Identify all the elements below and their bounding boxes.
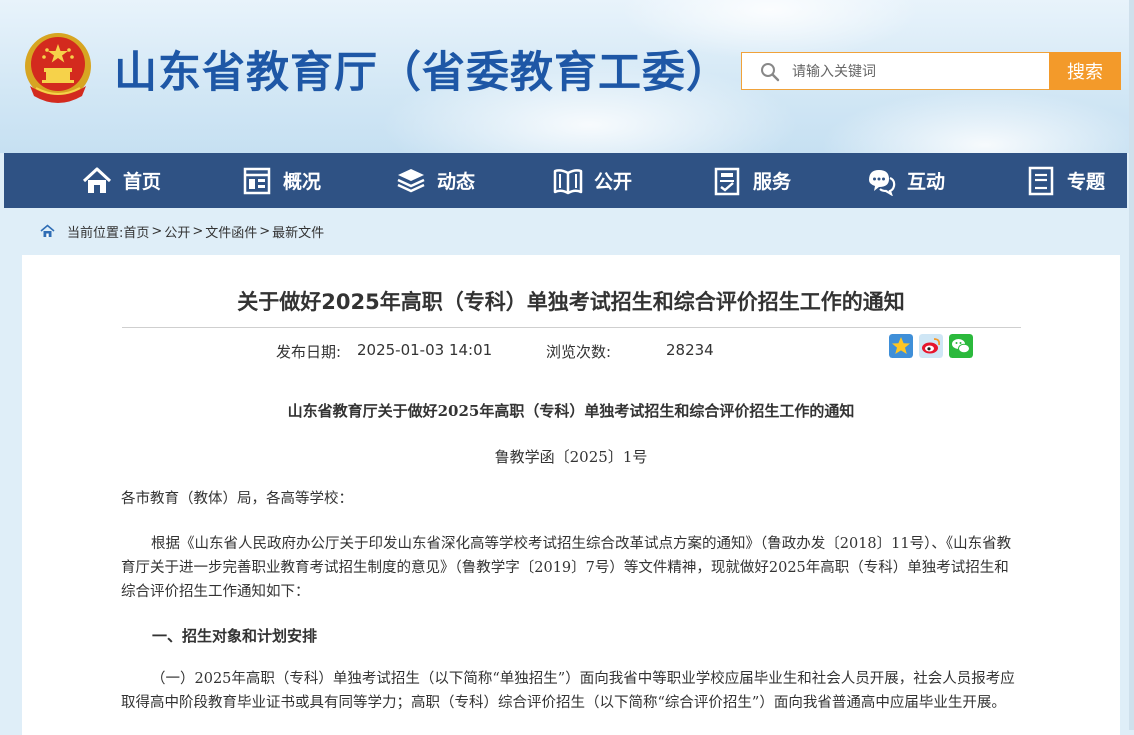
nav-item-home[interactable]: 首页 <box>82 153 161 208</box>
nav-label: 动态 <box>437 171 476 193</box>
publish-date-label: 发布日期: <box>276 343 342 361</box>
breadcrumb-separator: > <box>151 223 163 239</box>
chat-bubbles-icon <box>869 169 896 196</box>
favorite-star-icon[interactable] <box>889 334 913 358</box>
article-title: 关于做好2025年高职（专科）单独考试招生和综合评价招生工作的通知 <box>237 290 905 314</box>
national-emblem-icon <box>25 33 91 103</box>
breadcrumb-prefix: 当前位置: <box>67 225 124 241</box>
nav-item-news[interactable]: 动态 <box>396 153 475 208</box>
main-nav: 首页 概况 动态 公开 服务 互动 专题 <box>4 153 1127 208</box>
nav-item-topic[interactable]: 专题 <box>1026 153 1105 208</box>
breadcrumb-home[interactable]: 首页 <box>123 222 149 241</box>
salutation: 各市教育（教体）局，各高等学校： <box>121 491 353 507</box>
wechat-icon[interactable] <box>949 334 973 358</box>
paragraph-basis: 根据《山东省人民政府办公厅关于印发山东省深化高等学校考试招生综合改革试点方案的通… <box>121 536 1012 600</box>
nav-label: 公开 <box>594 171 633 193</box>
breadcrumb-latest[interactable]: 最新文件 <box>272 222 324 241</box>
news-stack-icon <box>397 168 425 192</box>
nav-item-interact[interactable]: 互动 <box>866 153 945 208</box>
nav-label: 概况 <box>283 171 322 193</box>
views-label: 浏览次数: <box>546 343 612 361</box>
publish-date-value: 2025-01-03 14:01 <box>357 341 493 359</box>
breadcrumb-separator: > <box>259 223 271 239</box>
views-value: 28234 <box>666 341 714 359</box>
document-number: 鲁教学函〔2025〕1号 <box>494 448 648 466</box>
weibo-icon[interactable] <box>919 334 943 358</box>
breadcrumb-separator: > <box>192 223 204 239</box>
document-heading: 山东省教育厅关于做好2025年高职（专科）单独考试招生和综合评价招生工作的通知 <box>287 402 855 420</box>
paragraph-recruitment-target: （一）2025年高职（专科）单独考试招生（以下简称“单独招生”）面向我省中等职业… <box>121 671 1015 711</box>
title-divider <box>122 327 1021 328</box>
overview-icon <box>243 167 271 194</box>
nav-item-service[interactable]: 服务 <box>712 153 791 208</box>
search-icon <box>761 63 780 82</box>
home-icon <box>82 167 112 193</box>
site-header: 山东省教育厅（省委教育工委） 搜索 <box>0 0 1134 153</box>
topic-doc-icon <box>1028 166 1054 195</box>
nav-label: 互动 <box>907 171 946 193</box>
open-book-icon <box>553 168 583 194</box>
breadcrumb-documents[interactable]: 文件函件 <box>205 222 257 241</box>
nav-item-overview[interactable]: 概况 <box>242 153 321 208</box>
service-doc-icon <box>714 167 740 195</box>
nav-label: 首页 <box>123 171 162 193</box>
site-title: 山东省教育厅（省委教育工委） <box>114 48 730 98</box>
search-button[interactable]: 搜索 <box>1049 52 1121 90</box>
home-icon <box>40 224 55 237</box>
nav-item-open[interactable]: 公开 <box>553 153 632 208</box>
search-box[interactable] <box>741 52 1049 90</box>
search-input[interactable] <box>790 59 1044 85</box>
page-scrollbar[interactable] <box>1129 0 1134 730</box>
breadcrumb: 当前位置: 首页 > 公开 > 文件函件 > 最新文件 <box>40 222 324 241</box>
breadcrumb-open[interactable]: 公开 <box>164 222 190 241</box>
nav-label: 专题 <box>1067 171 1106 193</box>
nav-label: 服务 <box>753 171 792 193</box>
section-heading: 一、招生对象和计划安排 <box>152 627 318 645</box>
